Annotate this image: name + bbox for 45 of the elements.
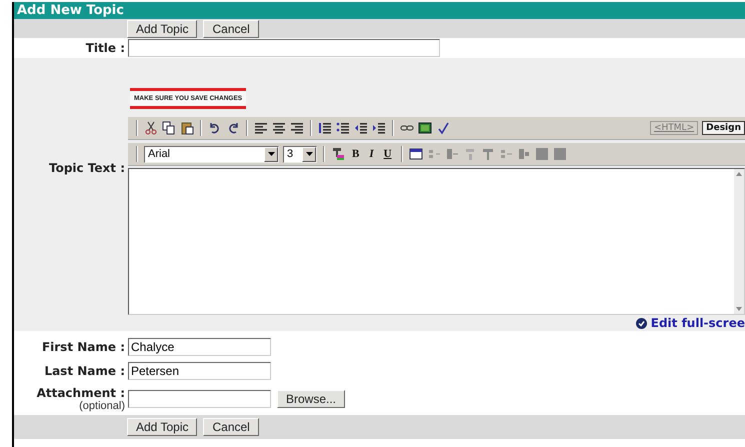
redo-icon[interactable] bbox=[226, 121, 240, 135]
indent-icon[interactable] bbox=[372, 121, 386, 135]
spellcheck-icon[interactable] bbox=[436, 121, 450, 135]
font-select[interactable]: Arial bbox=[144, 146, 279, 162]
numbered-list-icon[interactable] bbox=[318, 121, 332, 135]
format-button[interactable]: U bbox=[380, 148, 395, 160]
bullet-list-icon[interactable] bbox=[336, 121, 350, 135]
align-left-icon[interactable] bbox=[254, 121, 268, 135]
dropdown-icon bbox=[302, 146, 316, 162]
browse-button[interactable]: Browse... bbox=[277, 390, 346, 408]
field-label: Attachment : bbox=[36, 386, 125, 400]
align-center-icon[interactable] bbox=[272, 121, 286, 135]
format-button[interactable]: B bbox=[349, 148, 362, 160]
outdent-icon[interactable] bbox=[354, 121, 368, 135]
field-label: First Name : bbox=[40, 340, 125, 354]
align-right-icon[interactable] bbox=[290, 121, 304, 135]
field-label: Topic Text : bbox=[48, 161, 125, 175]
name-field[interactable]: Chalyce bbox=[128, 338, 271, 356]
title-field[interactable] bbox=[128, 39, 440, 57]
mode-tab[interactable]: Design bbox=[702, 121, 745, 135]
image-icon[interactable] bbox=[418, 121, 432, 135]
table-icon[interactable] bbox=[408, 147, 423, 161]
check-circle-icon bbox=[636, 318, 647, 328]
form-button[interactable]: Add Topic bbox=[127, 418, 198, 436]
paste-icon[interactable] bbox=[180, 121, 194, 135]
copy-icon[interactable] bbox=[162, 121, 176, 135]
attachment-field[interactable] bbox=[128, 390, 271, 408]
full-screen-link[interactable]: Edit full-scree bbox=[650, 316, 745, 330]
field-label: Last Name : bbox=[43, 364, 125, 378]
split-cells-icon[interactable] bbox=[516, 147, 531, 161]
form-button[interactable]: Cancel bbox=[203, 418, 259, 436]
scissors-icon[interactable] bbox=[144, 121, 158, 135]
text-color-icon[interactable] bbox=[331, 147, 345, 161]
merge-cells-icon[interactable] bbox=[498, 147, 513, 161]
dropdown-icon bbox=[264, 146, 278, 162]
name-field[interactable]: Petersen bbox=[128, 362, 271, 380]
undo-icon[interactable] bbox=[208, 121, 222, 135]
field-label: Title : bbox=[84, 41, 125, 55]
optional-hint: (optional) bbox=[79, 400, 125, 412]
form-button[interactable]: Cancel bbox=[203, 20, 259, 38]
form-button[interactable]: Add Topic bbox=[127, 20, 198, 38]
format-button[interactable]: I bbox=[366, 148, 377, 160]
page-title: Add New Topic bbox=[14, 2, 745, 19]
scrollbar[interactable] bbox=[734, 169, 744, 314]
size-select[interactable]: 3 bbox=[283, 146, 317, 162]
